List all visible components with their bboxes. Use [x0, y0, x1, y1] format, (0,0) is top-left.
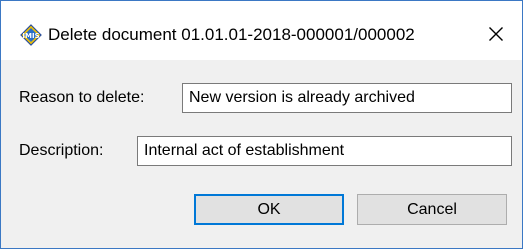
reason-label: Reason to delete:	[19, 89, 145, 106]
dialog-body: Reason to delete: New version is already…	[1, 60, 522, 248]
cancel-button[interactable]: Cancel	[357, 194, 507, 225]
window-title: Delete document 01.01.01-2018-000001/000…	[48, 25, 415, 44]
reason-input[interactable]: New version is already archived	[182, 83, 512, 113]
ok-button[interactable]: OK	[194, 194, 344, 225]
close-icon	[489, 27, 503, 41]
description-input[interactable]: Internal act of establishment	[137, 136, 512, 166]
imis-logo-icon: IMIS	[20, 24, 42, 46]
delete-document-dialog: IMIS Delete document 01.01.01-2018-00000…	[0, 0, 523, 249]
title-bar[interactable]: IMIS Delete document 01.01.01-2018-00000…	[1, 1, 522, 60]
close-button[interactable]	[476, 15, 516, 53]
svg-text:IMIS: IMIS	[22, 32, 39, 40]
description-label: Description:	[19, 142, 104, 159]
